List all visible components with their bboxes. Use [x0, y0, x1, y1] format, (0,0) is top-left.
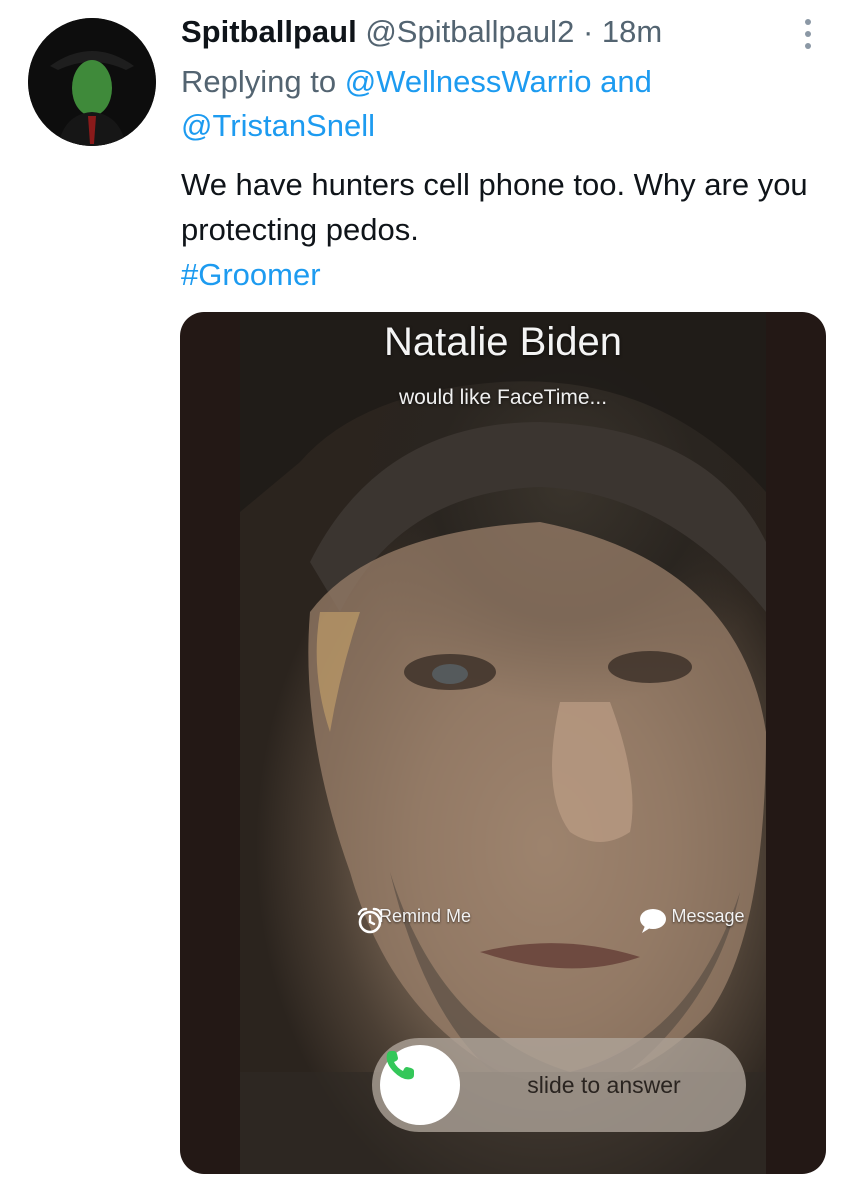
- answer-knob[interactable]: [380, 1045, 460, 1125]
- remind-me-button[interactable]: Remind Me: [355, 906, 495, 934]
- tweet-body: We have hunters cell phone too. Why are …: [181, 162, 821, 297]
- phone-icon: [386, 1051, 414, 1080]
- remind-me-label: Remind Me: [378, 906, 472, 926]
- caller-name: Natalie Biden: [384, 320, 622, 364]
- display-name[interactable]: Spitballpaul: [181, 14, 357, 49]
- separator-dot: ·: [582, 14, 594, 49]
- tweet-media-image[interactable]: Natalie Biden would like FaceTime... Rem…: [180, 312, 826, 1174]
- timestamp[interactable]: 18m: [602, 14, 662, 49]
- reply-conjunction: and: [600, 64, 652, 99]
- more-options-icon[interactable]: [796, 14, 820, 54]
- slide-to-answer-slider[interactable]: slide to answer: [372, 1038, 746, 1132]
- replying-to-label: Replying to: [181, 64, 337, 99]
- tweet-header: Spitballpaul @Spitballpaul2 · 18m: [181, 12, 782, 52]
- facetime-screenshot: Natalie Biden would like FaceTime... Rem…: [240, 312, 766, 1174]
- slide-to-answer-label: slide to answer: [527, 1072, 681, 1098]
- replying-to-line: Replying to @WellnessWarrio and @Tristan…: [181, 60, 741, 148]
- call-subtitle: would like FaceTime...: [398, 386, 608, 409]
- hashtag-link[interactable]: #Groomer: [181, 252, 821, 297]
- reply-mention-tristansnell[interactable]: @TristanSnell: [181, 108, 375, 143]
- message-button[interactable]: Message: [638, 906, 766, 933]
- user-handle[interactable]: @Spitballpaul2: [365, 14, 574, 49]
- profile-avatar[interactable]: [28, 18, 156, 146]
- tweet-text: We have hunters cell phone too. Why are …: [181, 167, 808, 247]
- alarm-clock-icon: [357, 907, 383, 934]
- reply-mention-wellnesswarrio[interactable]: @WellnessWarrio: [345, 64, 592, 99]
- speech-bubble-icon: [640, 909, 666, 933]
- message-label: Message: [671, 906, 745, 926]
